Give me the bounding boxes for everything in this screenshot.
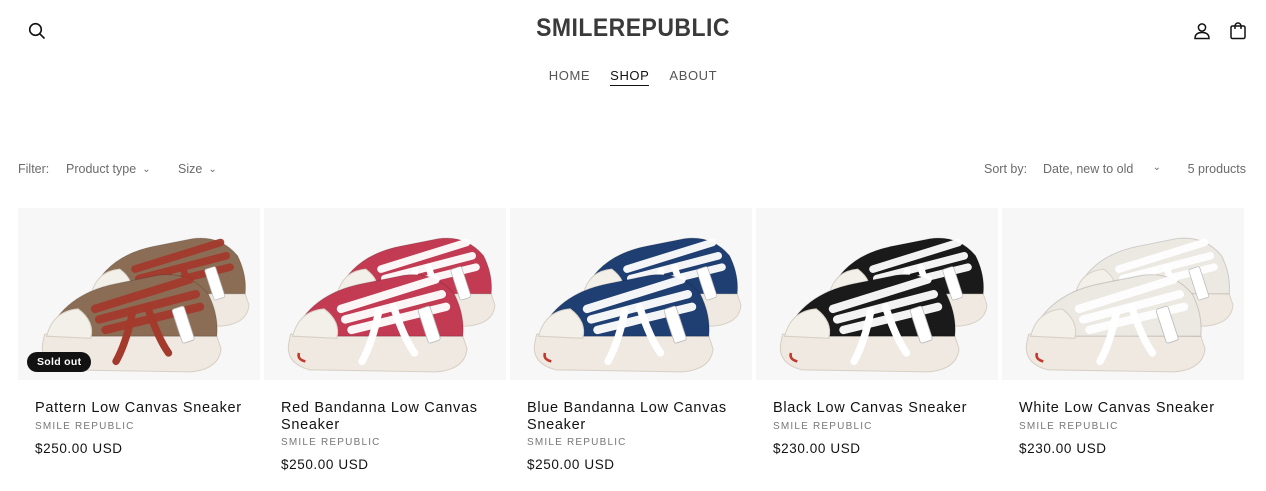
site-header: SMILEREPUBLIC HOME SHOP ABOUT — [0, 0, 1266, 100]
product-title[interactable]: Red Bandanna Low Canvas Sneaker — [281, 400, 489, 433]
cart-icon[interactable] — [1225, 18, 1251, 44]
product-image[interactable] — [264, 208, 506, 380]
user-icon[interactable] — [1189, 18, 1215, 44]
sort-label: Sort by: — [984, 162, 1028, 176]
product-image[interactable] — [756, 208, 998, 380]
search-icon[interactable] — [24, 18, 50, 44]
product-title[interactable]: Black Low Canvas Sneaker — [773, 400, 981, 417]
product-image[interactable] — [1002, 208, 1244, 380]
filter-size-label: Size — [178, 162, 203, 176]
facets-toolbar: Filter: Product type ⌄ Size ⌄ Sort by: Dat… — [18, 162, 1246, 180]
chevron-down-icon: ⌄ — [142, 164, 151, 175]
product-card[interactable]: Sold out Pattern Low Canvas Sneaker SMIL… — [18, 208, 260, 456]
sort-value: Date, new to old — [1043, 162, 1134, 176]
product-price: $230.00 USD — [773, 440, 861, 456]
product-count: 5 products — [1187, 162, 1246, 176]
product-title[interactable]: White Low Canvas Sneaker — [1019, 400, 1227, 417]
filter-label: Filter: — [18, 162, 50, 176]
sneaker-illustration — [779, 237, 988, 373]
product-price: $250.00 USD — [527, 457, 615, 472]
main-nav: HOME SHOP ABOUT — [0, 68, 1266, 86]
sneaker-illustration — [533, 237, 742, 373]
product-vendor: SMILE REPUBLIC — [1019, 420, 1119, 432]
product-card[interactable]: Blue Bandanna Low Canvas Sneaker SMILE R… — [510, 208, 752, 472]
nav-home[interactable]: HOME — [549, 68, 590, 86]
sort-select[interactable]: Date, new to old ⌄ — [1043, 162, 1161, 176]
product-vendor: SMILE REPUBLIC — [281, 437, 381, 448]
product-vendor: SMILE REPUBLIC — [773, 420, 873, 432]
product-price: $230.00 USD — [1019, 440, 1107, 456]
product-card[interactable]: Black Low Canvas Sneaker SMILE REPUBLIC … — [756, 208, 998, 456]
filter-product-type-label: Product type — [66, 162, 137, 176]
product-price: $250.00 USD — [281, 457, 369, 472]
product-price: $250.00 USD — [35, 440, 123, 456]
product-title[interactable]: Blue Bandanna Low Canvas Sneaker — [527, 400, 735, 433]
product-card[interactable]: White Low Canvas Sneaker SMILE REPUBLIC … — [1002, 208, 1244, 456]
product-vendor: SMILE REPUBLIC — [35, 420, 135, 432]
product-vendor: SMILE REPUBLIC — [527, 437, 627, 448]
chevron-down-icon: ⌄ — [208, 164, 217, 175]
sneaker-illustration — [287, 237, 496, 373]
nav-shop[interactable]: SHOP — [610, 68, 650, 86]
filter-product-type[interactable]: Product type ⌄ — [66, 162, 151, 176]
sold-out-badge: Sold out — [27, 352, 92, 372]
nav-about[interactable]: ABOUT — [669, 68, 717, 86]
chevron-down-icon: ⌄ — [1152, 162, 1161, 173]
product-card[interactable]: Red Bandanna Low Canvas Sneaker SMILE RE… — [264, 208, 506, 472]
filter-size[interactable]: Size ⌄ — [178, 162, 217, 176]
product-image[interactable] — [510, 208, 752, 380]
site-logo[interactable]: SMILEREPUBLIC — [51, 14, 1216, 43]
product-title[interactable]: Pattern Low Canvas Sneaker — [35, 400, 243, 417]
sneaker-illustration — [1025, 237, 1234, 373]
